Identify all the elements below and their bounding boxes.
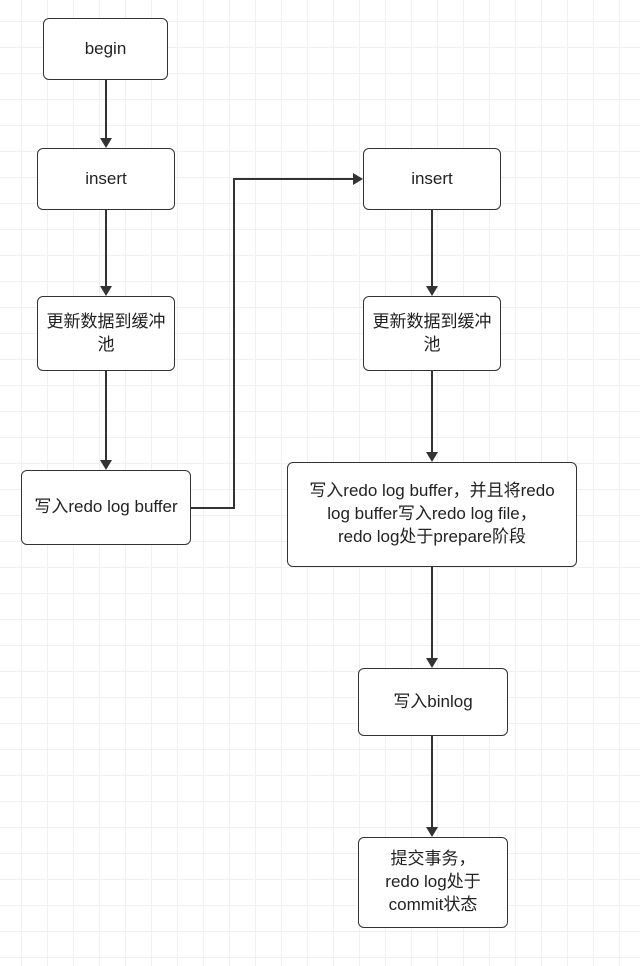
arrow-line [233,178,353,180]
arrow-line [105,371,107,460]
arrow-head-down [426,286,438,296]
node-insert-2: insert [363,148,501,210]
node-redo-buffer-1: 写入redo log buffer [21,470,191,545]
node-update-buffer-2: 更新数据到缓冲池 [363,296,501,371]
node-redo-prepare: 写入redo log buffer，并且将redo log buffer写入re… [287,462,577,567]
node-redo-prepare-label: 写入redo log buffer，并且将redo log buffer写入re… [296,480,568,549]
node-binlog: 写入binlog [358,668,508,736]
arrow-line [105,80,107,138]
arrow-head-down [426,452,438,462]
arrow-head-down [426,658,438,668]
arrow-line [233,178,235,509]
arrow-line [431,210,433,286]
arrow-line [431,736,433,827]
node-begin: begin [43,18,168,80]
arrow-head-right [353,173,363,185]
node-insert-2-label: insert [411,168,453,191]
node-insert-1: insert [37,148,175,210]
arrow-line [105,210,107,286]
arrow-head-down [100,138,112,148]
node-update-buffer-1: 更新数据到缓冲池 [37,296,175,371]
node-binlog-label: 写入binlog [393,691,472,714]
arrow-head-down [426,827,438,837]
arrow-line [431,567,433,658]
node-commit-label: 提交事务， redo log处于commit状态 [367,848,499,917]
node-update-buffer-2-label: 更新数据到缓冲池 [372,311,492,357]
arrow-head-down [100,460,112,470]
arrow-head-down [100,286,112,296]
node-update-buffer-1-label: 更新数据到缓冲池 [46,311,166,357]
arrow-line [431,371,433,452]
node-begin-label: begin [85,38,127,61]
node-commit: 提交事务， redo log处于commit状态 [358,837,508,928]
node-insert-1-label: insert [85,168,127,191]
arrow-line [191,507,234,509]
node-redo-buffer-1-label: 写入redo log buffer [34,496,177,519]
